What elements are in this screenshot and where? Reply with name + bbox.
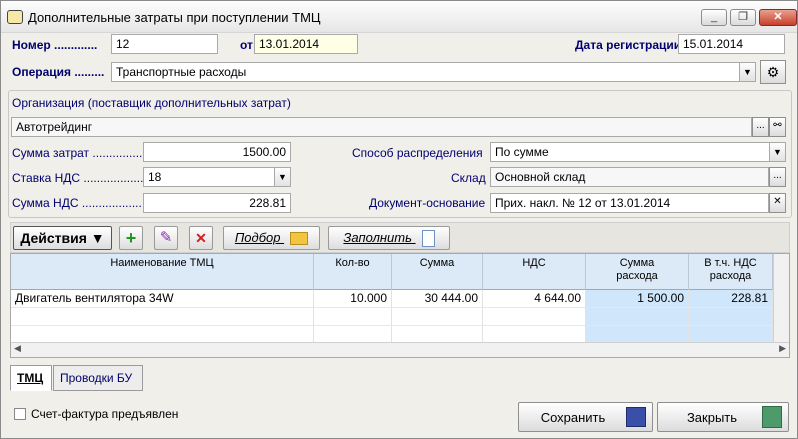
col-header-sum[interactable]: Сумма	[392, 254, 483, 290]
col-header-expense-sum[interactable]: Сумма расхода	[586, 254, 689, 290]
vat-sum-field[interactable]: 228.81	[143, 193, 291, 213]
save-button[interactable]: Сохранить	[518, 402, 653, 432]
tab-postings[interactable]: Проводки БУ	[53, 365, 143, 391]
close-label: Закрыть	[686, 410, 738, 425]
vat-rate-select[interactable]: 18 ▼	[143, 167, 291, 187]
col-header-name[interactable]: Наименование ТМЦ	[11, 254, 314, 290]
vertical-scrollbar[interactable]	[773, 254, 789, 342]
distribution-label: Способ распределения	[352, 146, 483, 160]
exit-door-icon	[762, 406, 782, 428]
fill-button[interactable]: Заполнить	[328, 226, 450, 250]
col-header-qty[interactable]: Кол-во	[314, 254, 392, 290]
save-icon	[626, 407, 646, 427]
chevron-down-icon[interactable]: ▼	[739, 63, 755, 81]
scroll-right-icon[interactable]: ▶	[779, 343, 786, 354]
vat-sum-label: Сумма НДС ..................	[12, 196, 142, 210]
chevron-down-icon[interactable]: ▼	[769, 143, 785, 161]
warehouse-ellipsis-button[interactable]: ...	[769, 167, 786, 187]
title-bar: Дополнительные затраты при поступлении Т…	[1, 1, 797, 33]
fill-label: Заполнить	[343, 230, 412, 245]
document-icon	[421, 230, 435, 248]
edit-button[interactable]: ✎	[154, 226, 178, 250]
scroll-left-icon[interactable]: ◀	[14, 343, 21, 354]
date-field[interactable]: 13.01.2014	[254, 34, 358, 54]
pick-label: Подбор	[234, 230, 281, 245]
chevron-down-icon[interactable]: ▼	[274, 168, 290, 186]
cell-vat: 4 644.00	[483, 290, 586, 308]
invoice-checkbox[interactable]	[14, 408, 26, 420]
warehouse-field[interactable]: Основной склад	[490, 167, 769, 187]
reg-date-field[interactable]: 15.01.2014	[678, 34, 785, 54]
org-ellipsis-button[interactable]: ...	[752, 117, 769, 137]
invoice-checkbox-label: Счет-фактура предъявлен	[31, 407, 179, 421]
tab-items[interactable]: ТМЦ	[10, 365, 52, 391]
org-field[interactable]: Автотрейдинг	[11, 117, 752, 137]
delete-button[interactable]: ✕	[189, 226, 213, 250]
cell-expense-vat: 228.81	[689, 290, 773, 308]
chevron-down-icon: ▼	[90, 230, 105, 246]
reg-date-label: Дата регистрации	[575, 38, 682, 52]
basis-doc-label: Документ-основание	[369, 196, 486, 210]
distribution-select[interactable]: По сумме ▼	[490, 142, 786, 162]
operation-label: Операция .........	[12, 65, 105, 79]
grid-header: Наименование ТМЦ Кол-во Сумма НДС Сумма …	[11, 254, 789, 290]
cell-sum: 30 444.00	[392, 290, 483, 308]
close-button[interactable]: Закрыть	[657, 402, 789, 432]
cost-sum-label: Сумма затрат ...............	[12, 146, 143, 160]
restore-button[interactable]: ❐	[730, 9, 756, 26]
horizontal-scrollbar[interactable]: ◀ ▶	[11, 342, 789, 357]
main-window: Дополнительные затраты при поступлении Т…	[0, 0, 798, 439]
cost-sum-field[interactable]: 1500.00	[143, 142, 291, 162]
window-title: Дополнительные затраты при поступлении Т…	[28, 10, 321, 25]
operation-value: Транспортные расходы	[116, 65, 247, 79]
pick-button[interactable]: Подбор	[223, 226, 320, 250]
save-label: Сохранить	[540, 410, 606, 425]
cell-name: Двигатель вентилятора 34W	[11, 290, 314, 308]
number-field[interactable]: 12	[111, 34, 218, 54]
org-label: Организация (поставщик дополнительных за…	[12, 96, 291, 110]
app-icon	[7, 10, 23, 24]
grid-toolbar: Действия ▼ + ✎ ✕ Подбор Заполнить	[10, 222, 790, 253]
actions-label: Действия	[20, 230, 87, 246]
distribution-value: По сумме	[495, 145, 549, 159]
clear-basis-button[interactable]: ✕	[769, 193, 786, 213]
col-header-expense-vat[interactable]: В т.ч. НДС расхода	[689, 254, 773, 290]
minimize-button[interactable]: _	[701, 9, 727, 26]
operation-select[interactable]: Транспортные расходы ▼	[111, 62, 756, 82]
vat-rate-label: Ставка НДС ...................	[12, 171, 147, 185]
actions-button[interactable]: Действия ▼	[13, 226, 112, 250]
cell-qty: 10.000	[314, 290, 392, 308]
cell-expense-sum: 1 500.00	[586, 290, 689, 308]
close-window-button[interactable]: ✕	[759, 9, 797, 26]
vat-rate-value: 18	[148, 170, 162, 184]
add-button[interactable]: +	[119, 226, 143, 250]
basis-doc-field[interactable]: Прих. накл. № 12 от 13.01.2014	[490, 193, 769, 213]
items-grid[interactable]: Наименование ТМЦ Кол-во Сумма НДС Сумма …	[10, 253, 790, 358]
from-label: от	[240, 38, 253, 52]
col-header-vat[interactable]: НДС	[483, 254, 586, 290]
number-label: Номер .............	[12, 38, 98, 52]
tools-icon[interactable]: ⚙	[760, 60, 786, 84]
warehouse-label: Склад	[451, 171, 486, 185]
glasses-icon[interactable]: ⚯	[769, 117, 786, 137]
folder-icon	[290, 232, 309, 246]
